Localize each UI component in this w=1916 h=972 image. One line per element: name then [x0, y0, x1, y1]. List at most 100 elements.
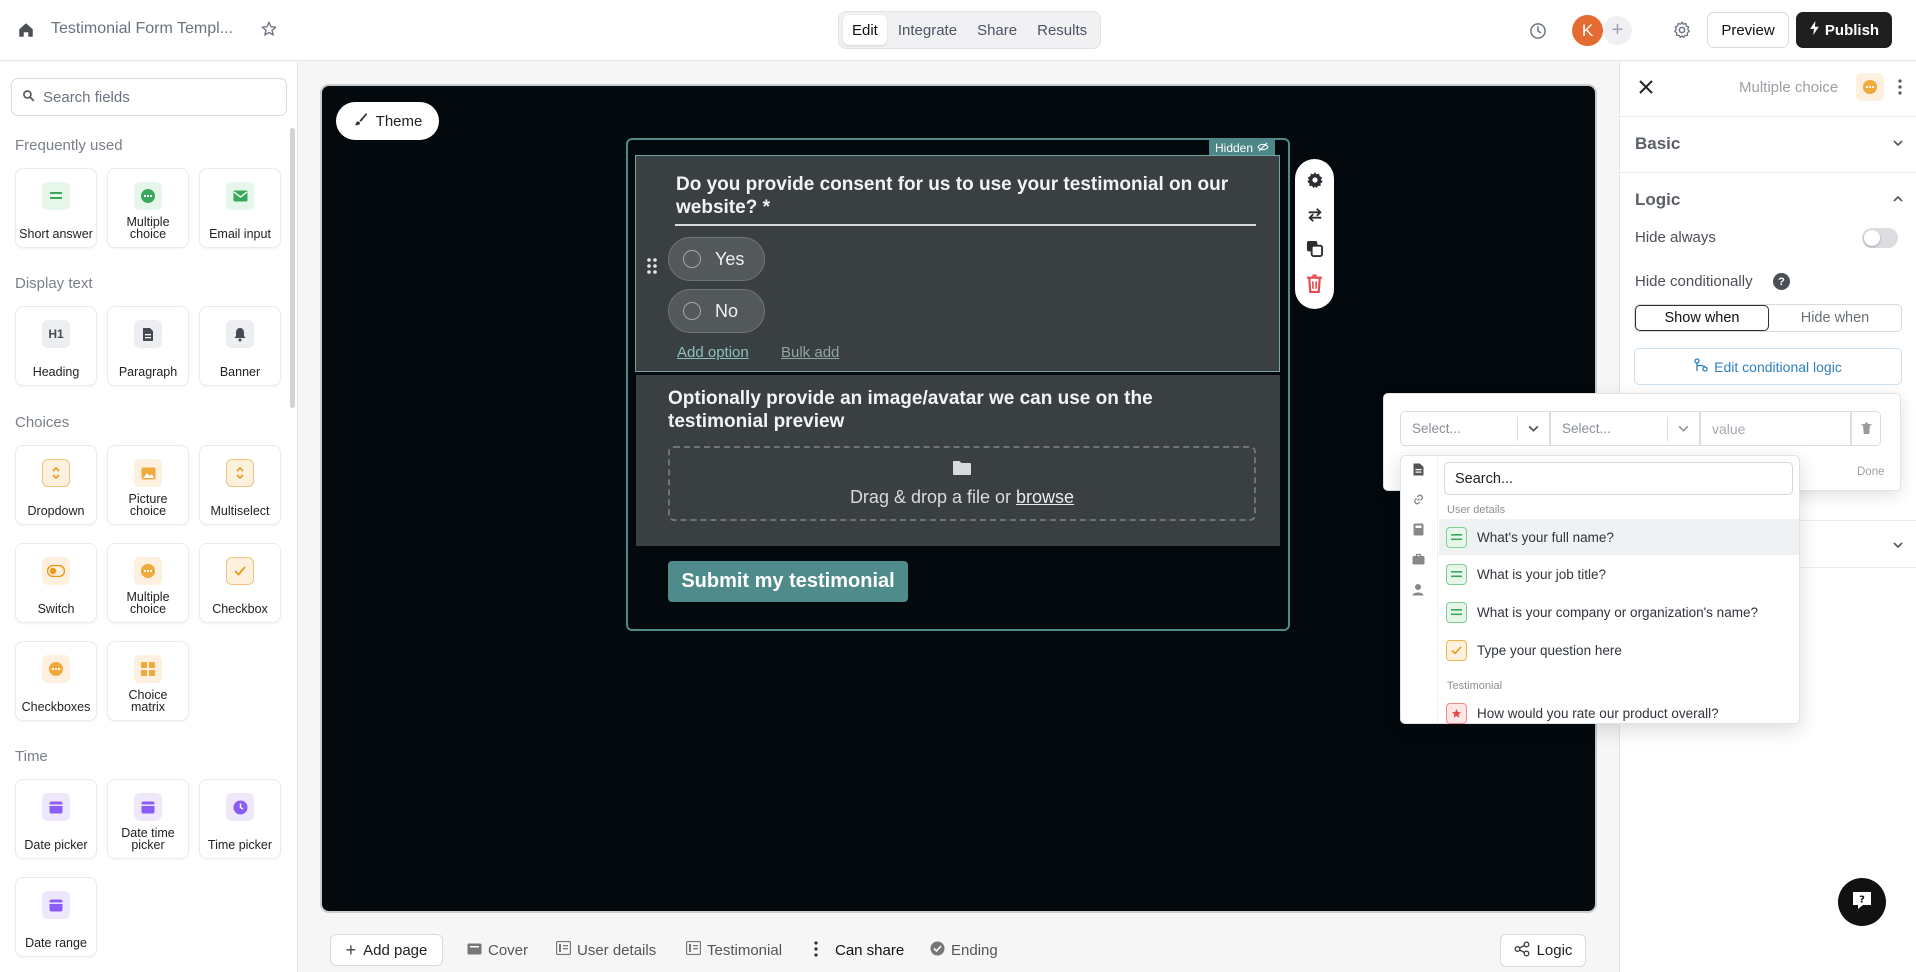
share-nodes-icon [1514, 941, 1530, 961]
sidebar-scrollbar[interactable] [290, 128, 295, 408]
field-card-short-answer[interactable]: Short answer [15, 168, 97, 248]
page-tab-cover[interactable]: Cover [467, 934, 528, 966]
preview-button[interactable]: Preview [1707, 12, 1789, 48]
hide-always-toggle[interactable] [1862, 228, 1898, 248]
edit-conditional-logic-button[interactable]: Edit conditional logic [1634, 348, 1902, 385]
field-card-heading[interactable]: H1 Heading [15, 306, 97, 386]
gear-icon[interactable] [1306, 171, 1324, 193]
avatar[interactable]: K [1572, 15, 1603, 46]
hide-always-label: Hide always [1635, 229, 1716, 246]
field-card-switch[interactable]: Switch [15, 543, 97, 623]
more-vertical-icon[interactable] [813, 939, 819, 961]
option-no[interactable]: No [668, 289, 765, 333]
dropdown-option[interactable]: Type your question here [1439, 632, 1799, 668]
field-card-checkboxes[interactable]: Checkboxes [15, 641, 97, 721]
field-card-banner[interactable]: Banner [199, 306, 281, 386]
dropdown-option[interactable]: What's your full name? [1439, 519, 1799, 555]
more-vertical-icon[interactable] [1894, 76, 1906, 98]
user-icon[interactable] [1408, 579, 1428, 599]
drag-handle-icon[interactable] [645, 256, 659, 276]
option-label: Yes [715, 248, 745, 269]
close-icon[interactable] [1635, 76, 1657, 98]
dropdown-search-box[interactable] [1444, 462, 1793, 495]
field-card-time-picker[interactable]: Time picker [199, 779, 281, 859]
page-tab-ending[interactable]: Ending [930, 934, 998, 966]
duplicate-icon[interactable] [1306, 240, 1323, 261]
submit-button[interactable]: Submit my testimonial [668, 561, 908, 602]
condition-value-field[interactable] [1700, 411, 1851, 446]
form-title[interactable]: Testimonial Form Templ... [51, 20, 233, 38]
question-title-avatar[interactable]: Optionally provide an image/avatar we ca… [668, 387, 1228, 433]
field-card-email-input[interactable]: Email input [199, 168, 281, 248]
check-circle-icon [930, 941, 945, 960]
theme-button[interactable]: Theme [336, 102, 439, 140]
star-icon[interactable] [258, 18, 280, 40]
chevron-down-icon[interactable] [1892, 136, 1906, 150]
calendar-icon [134, 793, 162, 821]
document-icon[interactable] [1408, 459, 1428, 479]
dropdown-option[interactable]: What is your company or organization's n… [1439, 594, 1799, 630]
tab-results[interactable]: Results [1028, 15, 1096, 45]
done-button[interactable]: Done [1857, 466, 1885, 478]
dropzone-label: Drag & drop a file or [849, 486, 1012, 507]
field-card-checkbox[interactable]: Checkbox [199, 543, 281, 623]
help-chat-button[interactable]: ? [1838, 878, 1886, 926]
publish-button[interactable]: Publish [1796, 12, 1892, 48]
field-card-date-picker[interactable]: Date picker [15, 779, 97, 859]
page-tab-user-details[interactable]: User details [555, 934, 656, 966]
paintbrush-icon [353, 112, 368, 131]
browse-link[interactable]: browse [1016, 487, 1074, 507]
trash-icon[interactable] [1306, 274, 1323, 297]
add-collaborator-button[interactable]: + [1603, 16, 1632, 45]
search-fields-input[interactable] [43, 88, 263, 106]
field-card-multiple-choice[interactable]: Multiple choice [107, 168, 189, 248]
add-page-button[interactable]: + Add page [330, 934, 443, 966]
add-option-link[interactable]: Add option [677, 344, 749, 361]
field-card-dropdown[interactable]: Dropdown [15, 445, 97, 525]
logic-label: Logic [1536, 942, 1573, 959]
gear-icon[interactable] [1669, 17, 1695, 43]
field-card-paragraph[interactable]: Paragraph [107, 306, 189, 386]
tab-integrate[interactable]: Integrate [889, 15, 966, 45]
search-fields-box[interactable] [11, 78, 287, 116]
show-when-option[interactable]: Show when [1635, 305, 1769, 331]
bulk-add-link[interactable]: Bulk add [781, 344, 839, 361]
tab-edit[interactable]: Edit [843, 15, 887, 45]
field-card-multiple-choice-2[interactable]: Multiple choice [107, 543, 189, 623]
history-icon[interactable] [1525, 18, 1551, 44]
lightning-icon [1809, 21, 1820, 39]
field-card-date-time-picker[interactable]: Date time picker [107, 779, 189, 859]
trash-icon[interactable] [1851, 411, 1881, 446]
page-tab-can-share[interactable]: Can share [813, 934, 904, 966]
section-basic-header[interactable]: Basic [1635, 134, 1680, 154]
field-card-choice-matrix[interactable]: Choice matrix [107, 641, 189, 721]
hide-when-option[interactable]: Hide when [1769, 305, 1901, 331]
section-logic-header[interactable]: Logic [1635, 190, 1680, 210]
field-card-date-range[interactable]: Date range [15, 877, 97, 957]
field-card-multiselect[interactable]: Multiselect [199, 445, 281, 525]
dropdown-option[interactable]: What is your job title? [1439, 556, 1799, 592]
dropdown-search-input[interactable] [1455, 470, 1775, 487]
chevron-up-icon[interactable] [1892, 192, 1906, 206]
matrix-icon [134, 655, 162, 683]
swap-icon[interactable] [1306, 206, 1324, 228]
condition-value-input[interactable] [1712, 420, 1832, 437]
briefcase-icon[interactable] [1408, 549, 1428, 569]
condition-field-select[interactable]: Select... [1400, 411, 1550, 446]
link-icon[interactable] [1408, 489, 1428, 509]
logic-button[interactable]: Logic [1500, 934, 1586, 967]
calculator-icon[interactable] [1408, 519, 1428, 539]
option-yes[interactable]: Yes [668, 237, 765, 281]
select-value: Select... [1412, 421, 1461, 436]
dropdown-option[interactable]: How would you rate our product overall? [1439, 695, 1799, 731]
question-title-consent[interactable]: Do you provide consent for us to use you… [676, 173, 1236, 219]
page-tab-label: Cover [488, 941, 529, 959]
page-tab-testimonial[interactable]: Testimonial [685, 934, 782, 966]
chevron-down-icon[interactable] [1892, 538, 1906, 552]
field-card-picture-choice[interactable]: Picture choice [107, 445, 189, 525]
file-dropzone[interactable]: Drag & drop a file or browse [668, 446, 1256, 521]
tab-share[interactable]: Share [968, 15, 1026, 45]
home-icon[interactable] [14, 18, 38, 42]
help-icon[interactable]: ? [1773, 273, 1790, 290]
condition-operator-select[interactable]: Select... [1550, 411, 1700, 446]
